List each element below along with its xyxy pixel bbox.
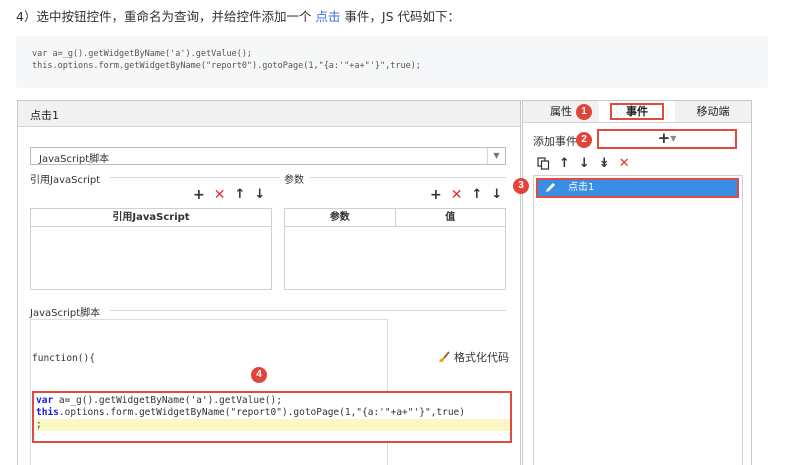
ref-js-grid: 引用JavaScript xyxy=(30,208,272,290)
code-text: a=_g().getWidgetByName('a').getValue(); xyxy=(53,395,282,406)
add-icon[interactable]: + xyxy=(430,188,442,202)
script-type-value: JavaScript脚本 xyxy=(39,154,110,165)
divider xyxy=(110,310,506,311)
snippet-line-2: this.options.form.getWidgetByName("repor… xyxy=(32,61,421,71)
ref-js-label: 引用JavaScript xyxy=(30,175,101,186)
callout-badge-1: 1 xyxy=(576,104,592,120)
add-event-button[interactable]: +▼ xyxy=(597,129,737,149)
event-item-click[interactable]: 点击1 xyxy=(536,178,739,198)
code-line-1: var a=_g().getWidgetByName('a').getValue… xyxy=(36,395,510,407)
grid-header: 引用JavaScript xyxy=(31,209,271,227)
move-up-icon[interactable]: ↑ xyxy=(471,188,482,202)
delete-icon[interactable]: ✕ xyxy=(214,188,226,202)
step-title: 4）选中按钮控件，重命名为查询，并给控件添加一个 点击 事件，JS 代码如下： xyxy=(16,6,460,25)
move-bottom-icon[interactable]: ↡ xyxy=(599,157,610,171)
callout-badge-2: 2 xyxy=(576,132,592,148)
snippet-line-1: var a=_g().getWidgetByName('a').getValue… xyxy=(32,49,253,59)
move-down-icon[interactable]: ↓ xyxy=(579,157,590,171)
code-text: .options.form.getWidgetByName("report0")… xyxy=(58,407,465,418)
step-title-link[interactable]: 点击 xyxy=(315,9,340,24)
move-up-icon[interactable]: ↑ xyxy=(559,157,570,171)
col-ref-js: 引用JavaScript xyxy=(112,212,190,223)
tab-events-label: 事件 xyxy=(610,103,664,120)
add-event-label: 添加事件 xyxy=(533,135,577,148)
step-title-prefix: 4）选中按钮控件，重命名为查询，并给控件添加一个 xyxy=(16,9,316,24)
delete-icon[interactable]: ✕ xyxy=(451,188,463,202)
col-value: 值 xyxy=(394,209,506,226)
params-label: 参数 xyxy=(284,175,304,186)
callout-badge-3: 3 xyxy=(513,178,529,194)
script-label: JavaScript脚本 xyxy=(30,308,101,319)
params-grid: 参数 值 xyxy=(284,208,506,290)
chevron-down-icon[interactable]: ▼ xyxy=(487,148,505,164)
move-down-icon[interactable]: ↓ xyxy=(491,188,502,202)
ref-js-toolbar: + ✕ ↑ ↓ xyxy=(193,188,265,203)
params-toolbar: + ✕ ↑ ↓ xyxy=(430,188,502,203)
code-line-3: ; xyxy=(36,419,510,431)
function-head: function(){ xyxy=(32,353,95,364)
code-snippet: var a=_g().getWidgetByName('a').getValue… xyxy=(16,36,768,88)
event-list: 点击1 xyxy=(533,175,743,465)
divider xyxy=(110,177,280,178)
script-type-select[interactable]: JavaScript脚本 ▼ xyxy=(30,147,506,165)
copy-icon[interactable] xyxy=(537,157,550,170)
event-toolbar: ↑ ↓ ↡ ✕ xyxy=(537,157,630,171)
delete-icon[interactable]: ✕ xyxy=(619,157,630,171)
dialog-title: 点击1 xyxy=(18,101,520,127)
code-keyword: var xyxy=(36,395,54,406)
brush-icon xyxy=(439,351,450,362)
panel-tabs: 属性 事件 移动端 xyxy=(523,101,751,123)
move-down-icon[interactable]: ↓ xyxy=(254,188,265,202)
properties-panel: 属性 事件 移动端 添加事件 +▼ ↑ ↓ ↡ ✕ 点击1 xyxy=(522,100,752,465)
col-param: 参数 xyxy=(329,212,350,223)
code-keyword: this xyxy=(36,407,59,418)
format-code-button[interactable]: 格式化代码 xyxy=(438,349,509,365)
format-code-label: 格式化代码 xyxy=(454,351,509,364)
move-up-icon[interactable]: ↑ xyxy=(234,188,245,202)
callout-badge-4: 4 xyxy=(251,367,267,383)
js-code-editor[interactable]: var a=_g().getWidgetByName('a').getValue… xyxy=(32,391,512,443)
step-title-suffix: 事件，JS 代码如下： xyxy=(340,9,461,24)
add-icon[interactable]: + xyxy=(193,188,205,202)
code-line-2: this.options.form.getWidgetByName("repor… xyxy=(36,407,510,419)
tab-mobile[interactable]: 移动端 xyxy=(675,101,751,122)
event-item-label: 点击1 xyxy=(568,182,595,193)
divider xyxy=(310,177,506,178)
edit-pencil-icon xyxy=(546,183,555,192)
grid-header: 参数 值 xyxy=(285,209,505,227)
chevron-down-icon: ▼ xyxy=(670,134,677,143)
event-editor-dialog: 点击1 JavaScript脚本 ▼ 引用JavaScript 参数 + ✕ ↑… xyxy=(17,100,521,465)
tab-events[interactable]: 事件 xyxy=(599,101,675,122)
